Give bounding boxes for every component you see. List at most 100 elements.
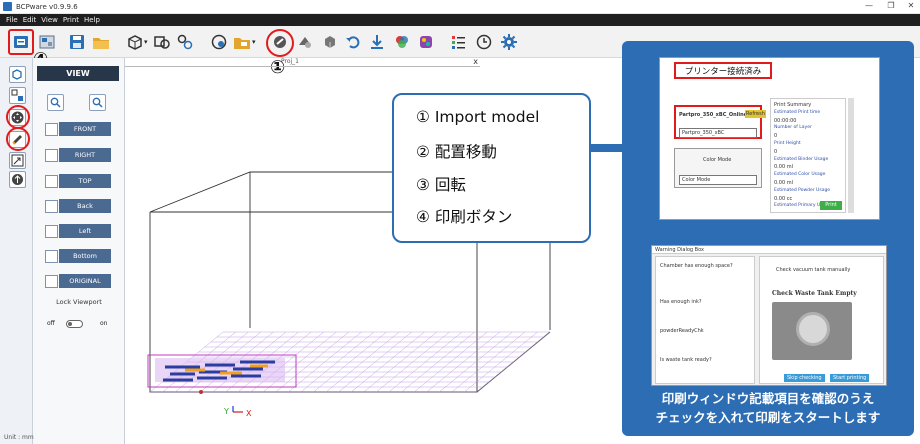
- palette-button[interactable]: [416, 32, 436, 52]
- summary-row: Print Height: [774, 141, 801, 146]
- color-icon: [396, 36, 408, 48]
- checklist-title: Warning Dialog Box: [655, 247, 704, 253]
- left-view-icon: [45, 224, 58, 238]
- start-printing-button[interactable]: Start printing: [830, 374, 870, 382]
- menu-edit[interactable]: Edit: [23, 16, 37, 24]
- cube-view-button[interactable]: [124, 32, 144, 52]
- paint-icon: [211, 34, 227, 50]
- close-tab-button[interactable]: x: [473, 57, 478, 66]
- arrange-icon: [11, 89, 23, 101]
- summary-row: 0.00 ml: [774, 180, 793, 186]
- sidebar-arrange-button[interactable]: [9, 87, 26, 104]
- sidebar-info-button[interactable]: [9, 171, 26, 188]
- view-left-button[interactable]: Left: [45, 224, 111, 238]
- sidebar-cube-button[interactable]: [9, 66, 26, 83]
- rotate-highlight: [6, 127, 30, 151]
- palette-icon: [420, 36, 432, 48]
- app-icon: [3, 2, 12, 11]
- view-right-button[interactable]: RIGHT: [45, 148, 111, 162]
- summary-row: Estimated Binder Usage: [774, 156, 829, 162]
- skip-checking-button[interactable]: Skip checking: [784, 374, 825, 382]
- summary-row: Estimated Color Usage: [774, 172, 826, 178]
- front-view-icon: [45, 122, 58, 136]
- lock-viewport-toggle[interactable]: [66, 320, 83, 328]
- shape-icon: [299, 37, 311, 48]
- vacuum-check-panel: Check vacuum tank manually Check Waste T…: [759, 256, 884, 384]
- save-button[interactable]: [67, 32, 87, 52]
- multi-object-button[interactable]: [175, 32, 195, 52]
- list-icon: [452, 36, 465, 49]
- minimize-button[interactable]: —: [862, 1, 876, 10]
- history-button[interactable]: [474, 32, 494, 52]
- refresh-button[interactable]: Refresh: [745, 110, 766, 118]
- checklist-item[interactable]: powderReadyChk: [660, 328, 704, 334]
- lock-viewport-label: Lock Viewport: [56, 298, 102, 306]
- menu-file[interactable]: File: [6, 16, 18, 24]
- printer-dropdown[interactable]: Partpro_350_xBC: [679, 128, 757, 138]
- axis-gizmo: Y X: [223, 406, 252, 418]
- menu-view[interactable]: View: [41, 16, 58, 24]
- color-button[interactable]: [392, 32, 412, 52]
- right-view-icon: [45, 148, 58, 162]
- checklist-item[interactable]: Is waste tank ready?: [660, 357, 712, 363]
- view-panel: VIEW FRONT RIGHT TOP Back Left Bottom OR…: [33, 58, 125, 444]
- imported-model: [147, 354, 297, 394]
- sidebar-scale-button[interactable]: [9, 152, 26, 169]
- summary-row: Estimated Print time: [774, 109, 821, 115]
- view-back-button[interactable]: Back: [45, 199, 111, 213]
- step-print-button: ④ 印刷ボタン: [416, 208, 513, 226]
- menu-print[interactable]: Print: [63, 16, 79, 24]
- zoom-out-button[interactable]: [47, 94, 64, 111]
- chevron-down-icon[interactable]: ▾: [252, 38, 256, 46]
- folder-icon: [93, 38, 109, 49]
- svg-text:X: X: [246, 409, 252, 418]
- menu-help[interactable]: Help: [84, 16, 100, 24]
- color-mode-dropdown[interactable]: Color Mode: [679, 175, 757, 185]
- close-window-button[interactable]: ✕: [904, 1, 918, 10]
- summary-row: Number of Layer: [774, 125, 812, 131]
- maximize-button[interactable]: ❐: [884, 1, 898, 10]
- settings-button[interactable]: [499, 32, 519, 52]
- search-icon: [92, 97, 103, 108]
- cube-icon: [12, 69, 22, 80]
- viewport-tab[interactable]: Proj_1: [281, 58, 299, 65]
- object-tool-button[interactable]: [320, 32, 340, 52]
- zoom-in-button[interactable]: [89, 94, 106, 111]
- back-view-icon: [45, 199, 58, 213]
- lock-on-label: on: [100, 320, 108, 327]
- summary-scrollbar[interactable]: [848, 98, 854, 213]
- info-icon: [12, 174, 23, 185]
- undo-button[interactable]: [343, 32, 363, 52]
- color-mode-box: Color Mode Color Mode: [674, 148, 762, 188]
- print-button[interactable]: Print: [820, 201, 842, 210]
- view-header: VIEW: [37, 66, 119, 81]
- import-model-highlight: [266, 29, 294, 57]
- summary-row: Estimated Powder Usage: [774, 187, 831, 193]
- zoom-fit-button[interactable]: [152, 32, 172, 52]
- chevron-down-icon[interactable]: ▾: [144, 38, 148, 46]
- summary-row: 00:00:00: [774, 117, 797, 124]
- download-button[interactable]: [367, 32, 387, 52]
- paint-button[interactable]: [209, 32, 229, 52]
- view-front-button[interactable]: FRONT: [45, 122, 111, 136]
- list-button[interactable]: [448, 32, 468, 52]
- folder-open-icon: [234, 38, 250, 49]
- checklist-dialog-screenshot: Warning Dialog Box Chamber has enough sp…: [651, 245, 887, 386]
- shape-tool-button[interactable]: [295, 32, 315, 52]
- step-import-model: ① Import model: [416, 108, 540, 126]
- view-top-button[interactable]: TOP: [45, 174, 111, 188]
- checklist-items: Chamber has enough space? Has enough ink…: [655, 256, 755, 384]
- window-title: BCPware v0.9.9.6: [16, 2, 78, 11]
- open-folder-button[interactable]: [91, 32, 111, 52]
- view-bottom-button[interactable]: Bottom: [45, 249, 111, 263]
- unit-status: Unit : mm: [4, 434, 34, 441]
- printer-connected-label: プリンター接続済み: [674, 62, 772, 79]
- open-project-button[interactable]: [232, 32, 252, 52]
- printer-name: Partpro_350_xBC_Online: [679, 112, 748, 118]
- vacuum-check-label: Check vacuum tank manually: [776, 267, 851, 273]
- checklist-item[interactable]: Has enough ink?: [660, 299, 702, 305]
- caption-line-1: 印刷ウィンドウ記載項目を確認のうえ: [661, 391, 875, 406]
- cube-icon: [128, 35, 142, 50]
- checklist-item[interactable]: Chamber has enough space?: [660, 263, 733, 269]
- view-original-button[interactable]: ORIGINAL: [45, 274, 111, 288]
